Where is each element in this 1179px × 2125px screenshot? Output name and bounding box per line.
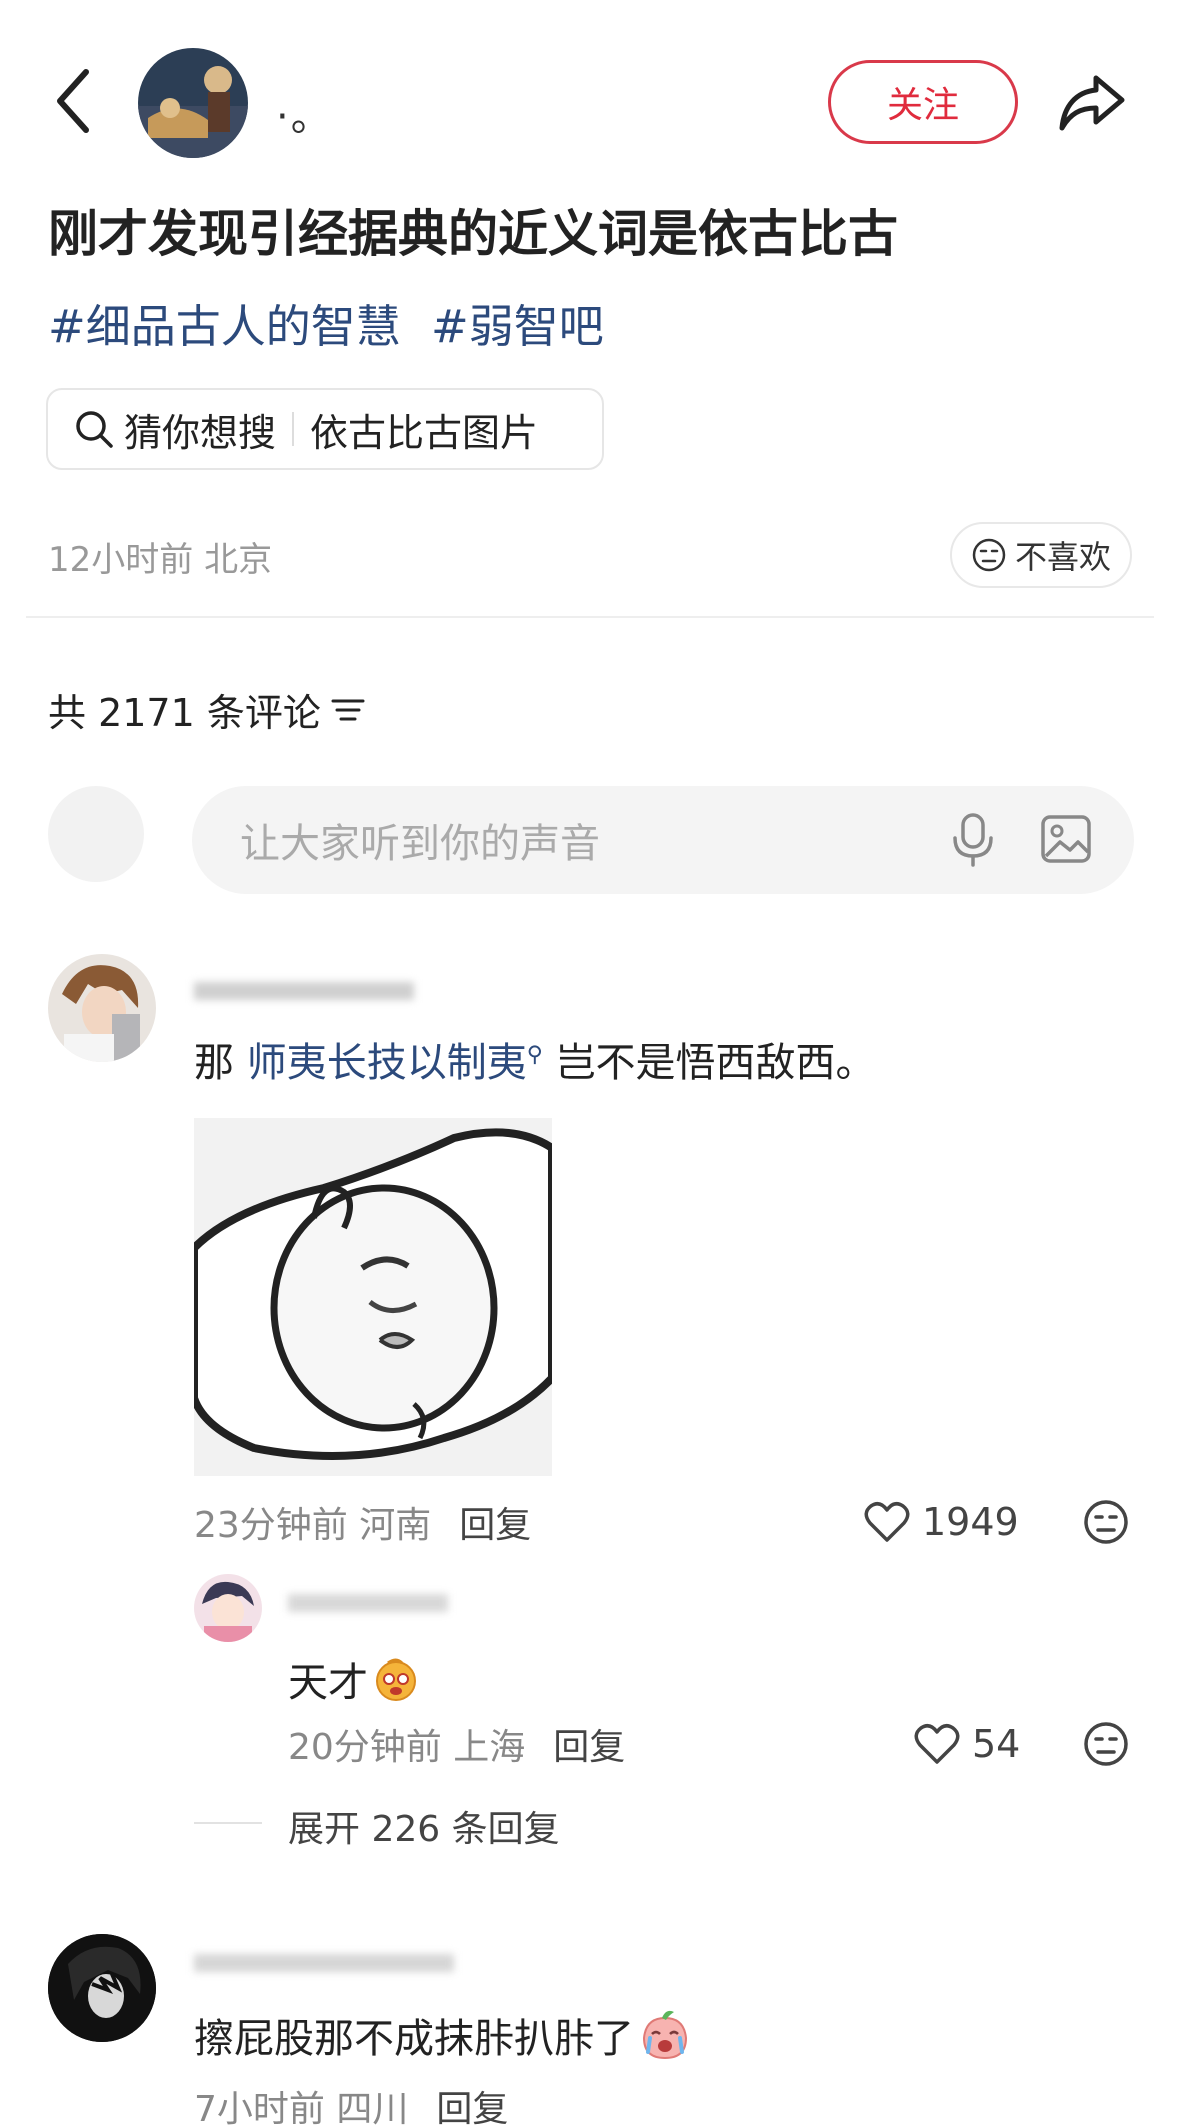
reply-meta: 20分钟前 上海 回复 <box>288 1718 625 1770</box>
image-icon <box>1041 815 1091 863</box>
voice-input-button[interactable] <box>948 812 998 868</box>
comment-meta: 7小时前 四川 回复 <box>194 2080 508 2125</box>
search-chip-prefix: 猜你想搜 <box>124 410 277 455</box>
meh-face-icon <box>1084 1500 1128 1544</box>
comment-count-header: 共 2171 条评论 <box>48 682 365 737</box>
comment-text-content: 擦屁股那不成抹胩扒胩了 <box>194 2016 634 2062</box>
comment-text-before: 那 <box>194 1040 247 1086</box>
reply-button[interactable]: 回复 <box>553 1727 625 1768</box>
expand-replies-button[interactable]: 展开 226 条回复 <box>288 1800 560 1852</box>
follow-button[interactable]: 关注 <box>828 60 1018 144</box>
hashtag-link[interactable]: #弱智吧 <box>431 300 604 353</box>
reply-avatar[interactable] <box>194 1574 262 1642</box>
back-button[interactable] <box>48 62 98 140</box>
author-avatar[interactable] <box>138 48 248 158</box>
divider <box>26 616 1154 618</box>
image-attach-button[interactable] <box>1040 814 1092 864</box>
meh-face-icon <box>972 538 1006 572</box>
commenter-avatar[interactable] <box>48 954 156 1062</box>
share-button[interactable] <box>1056 66 1128 138</box>
dislike-comment-button[interactable] <box>1082 1498 1130 1546</box>
reply-button[interactable]: 回复 <box>459 1505 531 1546</box>
dislike-label: 不喜欢 <box>1014 538 1111 576</box>
sort-icon[interactable] <box>331 695 365 725</box>
commenter-name[interactable] <box>194 972 444 1008</box>
reply-time-location: 20分钟前 上海 <box>288 1727 526 1768</box>
search-keyword-link[interactable]: 师夷长技以制夷 <box>247 1040 527 1086</box>
like-button[interactable]: 1949 <box>864 1498 1019 1546</box>
reply-username[interactable] <box>288 1584 468 1620</box>
microphone-icon <box>953 813 993 867</box>
post-tags: #细品古人的智慧 #弱智吧 <box>48 290 620 355</box>
comment-text-after: 岂不是悟西敌西。 <box>542 1040 876 1086</box>
dislike-comment-button[interactable] <box>1082 1720 1130 1768</box>
like-button[interactable]: 54 <box>914 1720 1020 1768</box>
comment-count: 共 2171 条评论 <box>48 691 321 735</box>
like-count: 54 <box>972 1722 1021 1766</box>
crying-peach-emoji-icon <box>642 2010 688 2060</box>
blurred-username <box>194 982 414 1000</box>
hashtag-link[interactable]: #细品古人的智慧 <box>48 300 401 353</box>
chevron-left-icon <box>57 69 89 133</box>
search-small-icon: ⚲ <box>526 1042 543 1068</box>
comment-meme-image[interactable] <box>194 1118 552 1476</box>
reply-button[interactable]: 回复 <box>436 2089 508 2125</box>
post-title: 刚才发现引经据典的近义词是依古比古 <box>48 205 898 263</box>
search-icon <box>76 411 113 448</box>
reply-text: 天才 <box>288 1650 420 1708</box>
blurred-username <box>194 1954 454 1972</box>
author-name[interactable]: ·。 <box>276 84 333 142</box>
commenter-avatar[interactable] <box>48 1934 156 2042</box>
search-chip-query: 依古比古图片 <box>310 410 539 455</box>
drooling-emoji-icon <box>376 1658 416 1701</box>
meh-face-icon <box>1084 1722 1128 1766</box>
share-arrow-icon <box>1059 75 1125 131</box>
comment-text: 擦屁股那不成抹胩扒胩了 <box>194 2006 692 2064</box>
commenter-name[interactable] <box>194 1944 474 1980</box>
heart-icon <box>864 1502 910 1542</box>
like-count: 1949 <box>922 1500 1019 1544</box>
blurred-username <box>288 1594 448 1612</box>
comment-meta: 23分钟前 河南 回复 <box>194 1496 531 1548</box>
comment-time-location: 7小时前 四川 <box>194 2089 409 2125</box>
dislike-button[interactable]: 不喜欢 <box>950 522 1132 588</box>
expand-divider <box>194 1822 262 1824</box>
post-time-location: 12小时前 北京 <box>48 540 273 580</box>
comment-time-location: 23分钟前 河南 <box>194 1505 432 1546</box>
chip-separator <box>292 412 295 446</box>
heart-icon <box>914 1724 960 1764</box>
reply-text-content: 天才 <box>288 1660 368 1706</box>
my-avatar <box>48 786 144 882</box>
comment-text: 那 师夷长技以制夷⚲ 岂不是悟西敌西。 <box>194 1030 876 1088</box>
suggested-search-chip[interactable]: 猜你想搜 依古比古图片 <box>46 388 604 470</box>
